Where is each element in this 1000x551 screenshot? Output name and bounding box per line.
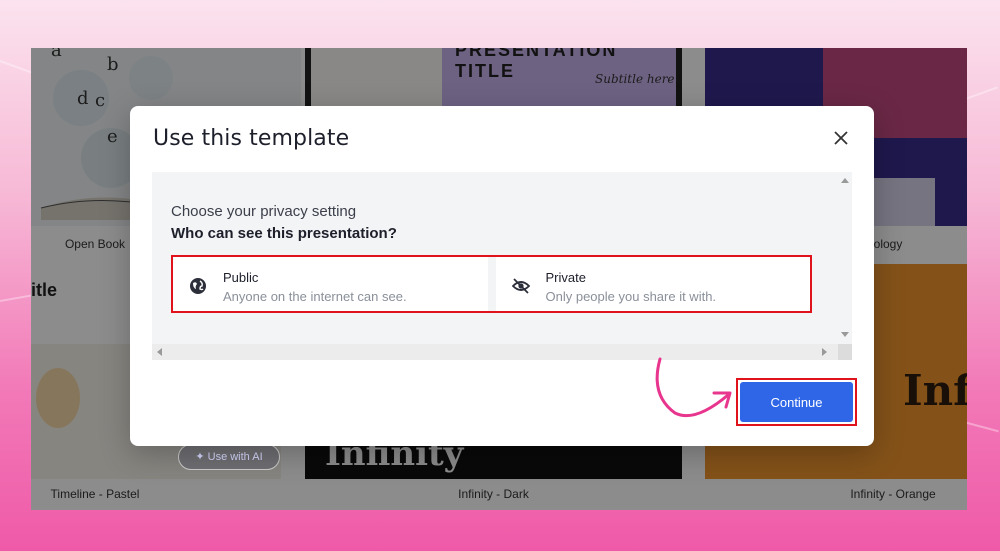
scroll-corner bbox=[838, 344, 852, 360]
scroll-down-arrow[interactable] bbox=[841, 332, 849, 337]
close-button[interactable] bbox=[832, 129, 850, 147]
privacy-options: Public Anyone on the internet can see. P… bbox=[171, 255, 812, 313]
option-description: Anyone on the internet can see. bbox=[223, 289, 407, 304]
option-description: Only people you share it with. bbox=[545, 289, 717, 304]
option-title: Private bbox=[545, 270, 586, 285]
scroll-left-arrow[interactable] bbox=[157, 348, 162, 356]
globe-icon bbox=[190, 278, 206, 294]
sparkle-icon: ✦ bbox=[195, 451, 205, 463]
privacy-heading: Choose your privacy setting bbox=[171, 203, 357, 220]
use-with-ai-label: Use with AI bbox=[207, 451, 263, 463]
scroll-right-arrow[interactable] bbox=[822, 348, 827, 356]
privacy-option-private[interactable]: Private Only people you share it with. bbox=[487, 257, 810, 311]
use-template-dialog: Use this template Choose your privacy se… bbox=[130, 106, 874, 446]
continue-button[interactable]: Continue bbox=[740, 382, 853, 422]
annotation-arrow-icon bbox=[655, 357, 732, 418]
vertical-scrollbar[interactable] bbox=[838, 172, 852, 344]
close-icon bbox=[834, 131, 848, 145]
use-with-ai-button[interactable]: ✦ Use with AI bbox=[178, 444, 280, 470]
option-title: Public bbox=[223, 270, 259, 285]
privacy-scroll-area[interactable]: Choose your privacy setting Who can see … bbox=[152, 172, 852, 360]
privacy-option-public[interactable]: Public Anyone on the internet can see. bbox=[173, 257, 488, 311]
eye-off-icon bbox=[511, 278, 530, 294]
privacy-question: Who can see this presentation? bbox=[171, 225, 397, 242]
scroll-up-arrow[interactable] bbox=[841, 178, 849, 183]
continue-highlight: Continue bbox=[736, 378, 857, 426]
dialog-title: Use this template bbox=[153, 126, 350, 151]
